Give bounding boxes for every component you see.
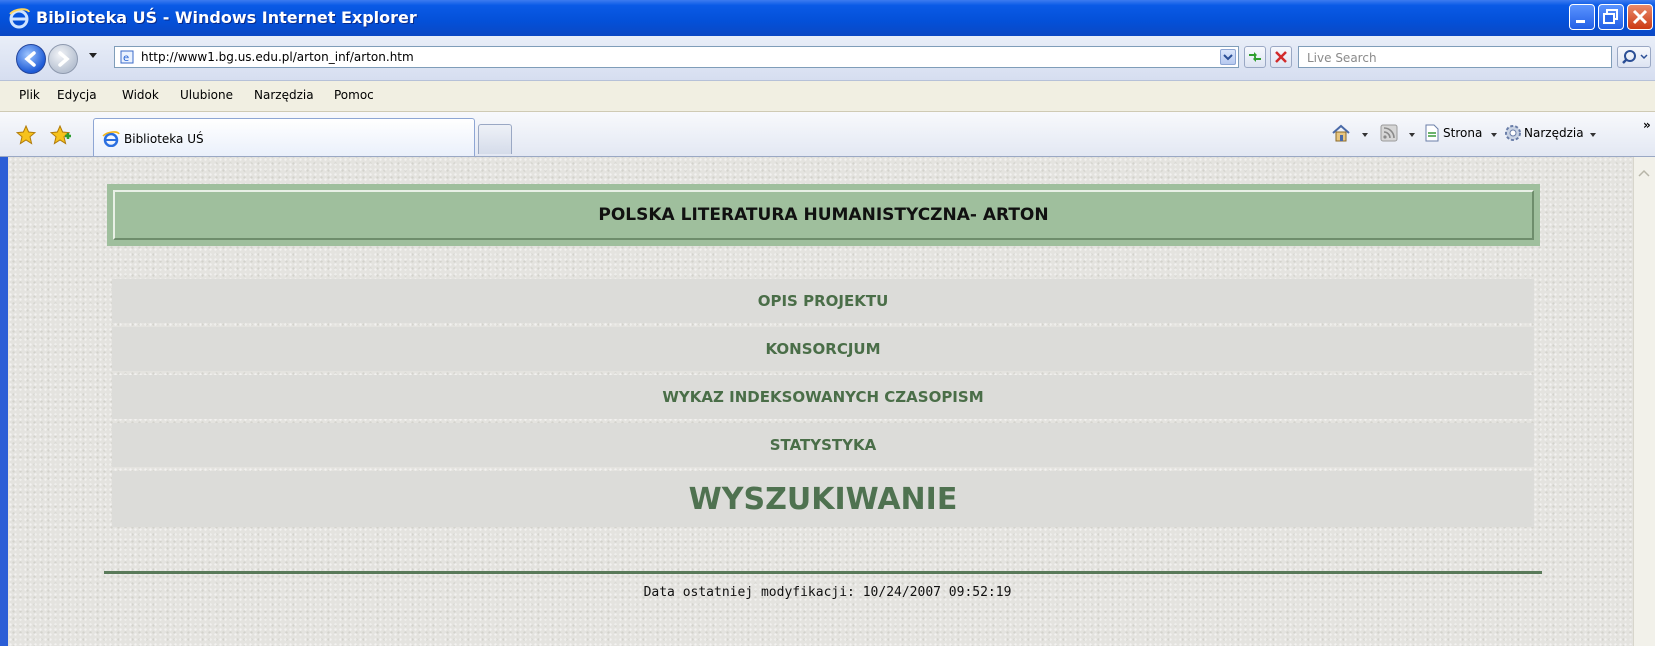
tab-bar: Biblioteka UŚ Strona Narzędzia » [0,112,1655,157]
page-header-inner: POLSKA LITERATURA HUMANISTYCZNA- ARTON [113,190,1534,240]
home-icon[interactable] [1331,124,1351,142]
menu-item-edycja[interactable]: Edycja [57,88,97,102]
new-tab-button[interactable] [478,124,512,154]
feeds-dropdown[interactable] [1409,133,1415,137]
refresh-button[interactable] [1244,46,1266,68]
refresh-icon [1249,52,1261,62]
page-menu[interactable]: Strona [1443,126,1482,140]
page-title: POLSKA LITERATURA HUMANISTYCZNA- ARTON [598,205,1049,225]
vertical-scrollbar[interactable] [1633,157,1655,646]
tab-label: Biblioteka UŚ [124,132,204,146]
page-menu-dropdown[interactable] [1491,133,1497,137]
menu-item-plik[interactable]: Plik [19,88,40,102]
close-window-button[interactable] [1627,4,1653,30]
last-modified-footer: Data ostatniej modyfikacji: 10/24/2007 0… [643,585,1012,600]
page-menu-icon[interactable] [1424,124,1440,142]
stop-button[interactable] [1270,46,1292,68]
ie-logo-icon [9,8,30,29]
home-dropdown[interactable] [1362,133,1368,137]
search-input[interactable] [1305,48,1609,68]
favorites-center-icon[interactable] [16,125,36,145]
menu-item-ulubione[interactable]: Ulubione [180,88,233,102]
recent-pages-dropdown[interactable] [89,53,97,58]
chevron-down-icon [1223,54,1233,61]
maximize-button[interactable] [1598,4,1624,30]
nav-link-opis-projektu[interactable]: OPIS PROJEKTU [112,279,1534,323]
back-button[interactable] [16,44,46,74]
forward-arrow-icon [58,51,70,67]
scroll-up-arrow-icon[interactable] [1636,167,1652,179]
window-title: Biblioteka UŚ - Windows Internet Explore… [36,8,417,27]
stop-icon [1275,51,1287,63]
menu-item-pomoc[interactable]: Pomoc [334,88,374,102]
page-icon: e [120,50,134,64]
search-icon [1622,50,1648,64]
tools-menu-dropdown[interactable] [1590,133,1596,137]
menu-item-narzedzia[interactable]: Narzędzia [254,88,314,102]
nav-link-statystyka[interactable]: STATYSTYKA [112,423,1534,467]
feeds-icon[interactable] [1380,124,1398,142]
minimize-icon [1576,20,1585,23]
tools-gear-icon[interactable] [1504,124,1522,142]
tools-menu[interactable]: Narzędzia [1524,126,1584,140]
menu-item-widok[interactable]: Widok [122,88,159,102]
nav-link-wyszukiwanie[interactable]: WYSZUKIWANIE [112,471,1534,527]
address-toolbar: e http://www1.bg.us.edu.pl/arton_inf/art… [0,36,1655,81]
search-button[interactable] [1617,46,1651,68]
minimize-button[interactable] [1569,4,1595,30]
window-title-bar[interactable]: Biblioteka UŚ - Windows Internet Explore… [0,0,1655,36]
menu-bar: Plik Edycja Widok Ulubione Narzędzia Pom… [0,81,1655,112]
restore-icon [1603,9,1618,24]
svg-text:e: e [123,53,129,64]
more-commands-chevron[interactable]: » [1643,118,1651,132]
back-arrow-icon [24,51,36,67]
tab-biblioteka[interactable]: Biblioteka UŚ [93,118,475,156]
nav-link-wykaz-czasopism[interactable]: WYKAZ INDEKSOWANYCH CZASOPISM [112,375,1534,419]
forward-button[interactable] [48,44,78,74]
address-dropdown-button[interactable] [1220,49,1236,65]
close-icon [1632,9,1648,25]
nav-link-konsorcjum[interactable]: KONSORCJUM [112,327,1534,371]
add-favorite-icon[interactable] [50,125,72,145]
horizontal-rule [104,571,1542,574]
url-text: http://www1.bg.us.edu.pl/arton_inf/arton… [141,50,414,64]
ie-page-icon [102,131,120,147]
search-field[interactable] [1298,46,1612,68]
address-field[interactable]: e http://www1.bg.us.edu.pl/arton_inf/art… [114,46,1239,68]
page-header: POLSKA LITERATURA HUMANISTYCZNA- ARTON [107,184,1540,246]
